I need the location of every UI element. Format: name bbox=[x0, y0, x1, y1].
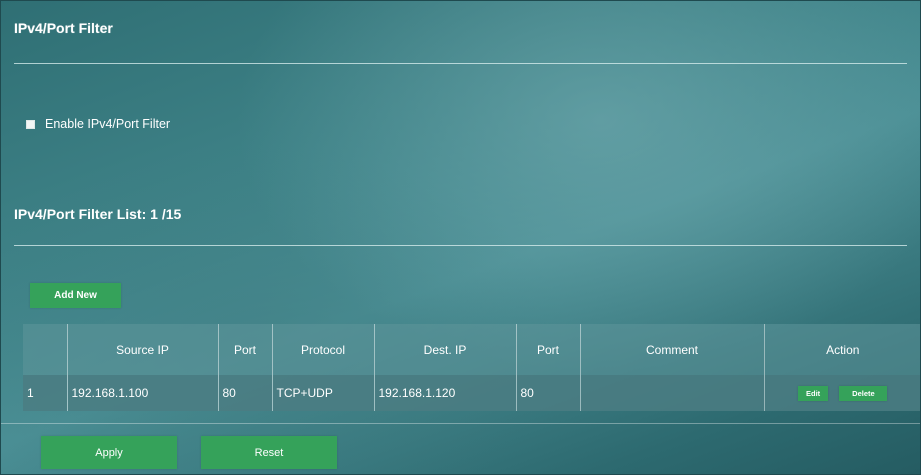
edit-button[interactable]: Edit bbox=[798, 385, 829, 401]
header-comment: Comment bbox=[580, 324, 765, 375]
cell-dest-port: 80 bbox=[516, 375, 581, 411]
divider-top bbox=[14, 63, 907, 64]
filter-table: Source IP Port Protocol Dest. IP Port Co… bbox=[23, 324, 920, 411]
cell-protocol: TCP+UDP bbox=[272, 375, 375, 411]
enable-filter-checkbox[interactable] bbox=[26, 119, 35, 129]
header-source-ip: Source IP bbox=[67, 324, 219, 375]
cell-source-ip: 192.168.1.100 bbox=[67, 375, 219, 411]
header-action: Action bbox=[826, 342, 860, 357]
table-row: 1 192.168.1.100 80 TCP+UDP 192.168.1.120… bbox=[23, 375, 920, 411]
cell-index: 1 bbox=[23, 375, 68, 411]
header-dest-ip: Dest. IP bbox=[374, 324, 517, 375]
enable-filter-row[interactable]: Enable IPv4/Port Filter bbox=[26, 117, 170, 131]
cell-comment bbox=[580, 375, 765, 411]
ipv4-port-filter-panel: IPv4/Port Filter Enable IPv4/Port Filter… bbox=[0, 0, 921, 475]
reset-button[interactable]: Reset bbox=[201, 436, 337, 469]
add-new-button[interactable]: Add New bbox=[30, 283, 121, 308]
table-header-row: Source IP Port Protocol Dest. IP Port Co… bbox=[23, 324, 920, 375]
apply-button[interactable]: Apply bbox=[41, 436, 177, 469]
header-dest-port: Port bbox=[516, 324, 581, 375]
divider-bottom bbox=[1, 423, 920, 424]
page-title: IPv4/Port Filter bbox=[14, 20, 113, 36]
filter-list-title: IPv4/Port Filter List: 1 /15 bbox=[14, 206, 182, 222]
enable-filter-label: Enable IPv4/Port Filter bbox=[45, 117, 171, 131]
divider-list bbox=[14, 245, 907, 246]
header-port: Port bbox=[218, 324, 273, 375]
header-protocol: Protocol bbox=[272, 324, 375, 375]
cell-port: 80 bbox=[218, 375, 273, 411]
cell-action: Edit Delete bbox=[764, 375, 920, 411]
header-index bbox=[23, 324, 68, 375]
delete-button[interactable]: Delete bbox=[839, 385, 888, 401]
cell-dest-ip: 192.168.1.120 bbox=[374, 375, 517, 411]
